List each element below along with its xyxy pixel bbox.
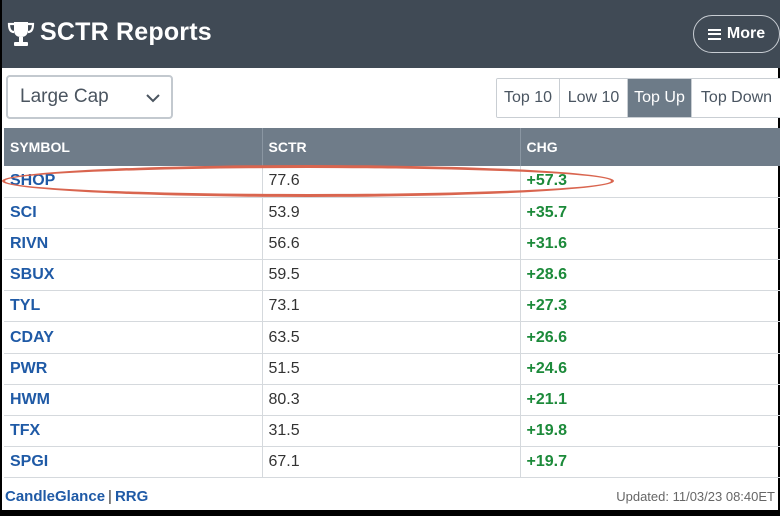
chg-value: +24.6 — [520, 353, 780, 385]
chg-value: +21.1 — [520, 384, 780, 417]
footer-separator: | — [108, 488, 112, 505]
symbol-link[interactable]: SPGI — [4, 446, 263, 479]
sctr-value: 77.6 — [262, 166, 521, 198]
more-button[interactable]: More — [693, 15, 780, 53]
hamburger-icon — [707, 28, 721, 40]
column-header-symbol[interactable]: SYMBOL — [4, 128, 263, 166]
symbol-link[interactable]: SBUX — [4, 259, 263, 292]
sctr-value: 53.9 — [262, 197, 521, 229]
sctr-value: 31.5 — [262, 415, 521, 448]
sctr-value: 56.6 — [262, 228, 521, 261]
chg-value: +19.7 — [520, 446, 780, 479]
chg-value: +35.7 — [520, 197, 780, 229]
sctr-table: SYMBOL SCTR CHG SHOP 77.6 +57.3 SCI 53.9… — [4, 128, 780, 479]
chg-value: +27.3 — [520, 290, 780, 323]
symbol-link[interactable]: CDAY — [4, 321, 263, 354]
chg-value: +26.6 — [520, 321, 780, 354]
table-header-row: SYMBOL SCTR CHG — [4, 128, 780, 166]
table-row: PWR 51.5 +24.6 — [4, 353, 780, 385]
sctr-value: 63.5 — [262, 321, 521, 354]
market-cap-selected-value: Large Cap — [20, 86, 109, 107]
page-title: SCTR Reports — [40, 18, 212, 46]
trophy-icon — [7, 22, 35, 46]
chevron-down-icon — [146, 94, 160, 103]
sctr-value: 80.3 — [262, 384, 521, 417]
tab-top-up[interactable]: Top Up — [628, 79, 692, 117]
table-row: TFX 31.5 +19.8 — [4, 415, 780, 448]
symbol-link[interactable]: TYL — [4, 290, 263, 323]
sctr-value: 67.1 — [262, 446, 521, 479]
symbol-link[interactable]: SHOP — [4, 166, 263, 198]
table-row: HWM 80.3 +21.1 — [4, 384, 780, 417]
table-row: SHOP 77.6 +57.3 — [4, 166, 780, 198]
symbol-link[interactable]: PWR — [4, 353, 263, 385]
table-row: SPGI 67.1 +19.7 — [4, 446, 780, 479]
tab-low-10[interactable]: Low 10 — [560, 79, 628, 117]
table-row: TYL 73.1 +27.3 — [4, 290, 780, 323]
tab-top-down[interactable]: Top Down — [692, 79, 780, 117]
bottom-border — [2, 510, 780, 516]
updated-timestamp: Updated: 11/03/23 08:40ET — [616, 489, 775, 504]
sctr-value: 73.1 — [262, 290, 521, 323]
symbol-link[interactable]: SCI — [4, 197, 263, 229]
chg-value: +31.6 — [520, 228, 780, 261]
symbol-link[interactable]: HWM — [4, 384, 263, 417]
tab-top-10[interactable]: Top 10 — [497, 79, 560, 117]
table-row: RIVN 56.6 +31.6 — [4, 228, 780, 261]
candleglance-link[interactable]: CandleGlance — [5, 488, 105, 505]
table-row: SCI 53.9 +35.7 — [4, 197, 780, 229]
symbol-link[interactable]: TFX — [4, 415, 263, 448]
header-bar: SCTR Reports More — [2, 0, 780, 68]
sctr-value: 51.5 — [262, 353, 521, 385]
column-header-sctr[interactable]: SCTR — [262, 128, 521, 166]
symbol-link[interactable]: RIVN — [4, 228, 263, 261]
column-header-chg[interactable]: CHG — [520, 128, 780, 166]
table-row: SBUX 59.5 +28.6 — [4, 259, 780, 292]
report-type-tabs: Top 10 Low 10 Top Up Top Down — [496, 78, 780, 118]
chg-value: +19.8 — [520, 415, 780, 448]
sctr-reports-panel: SCTR Reports More Large Cap Top 10 Low 1… — [0, 0, 780, 516]
chg-value: +57.3 — [520, 166, 780, 198]
market-cap-select[interactable]: Large Cap — [6, 75, 173, 119]
footer-links: CandleGlance | RRG — [5, 488, 148, 505]
more-button-label: More — [726, 25, 766, 42]
sctr-value: 59.5 — [262, 259, 521, 292]
table-row: CDAY 63.5 +26.6 — [4, 321, 780, 354]
rrg-link[interactable]: RRG — [115, 488, 148, 505]
chg-value: +28.6 — [520, 259, 780, 292]
